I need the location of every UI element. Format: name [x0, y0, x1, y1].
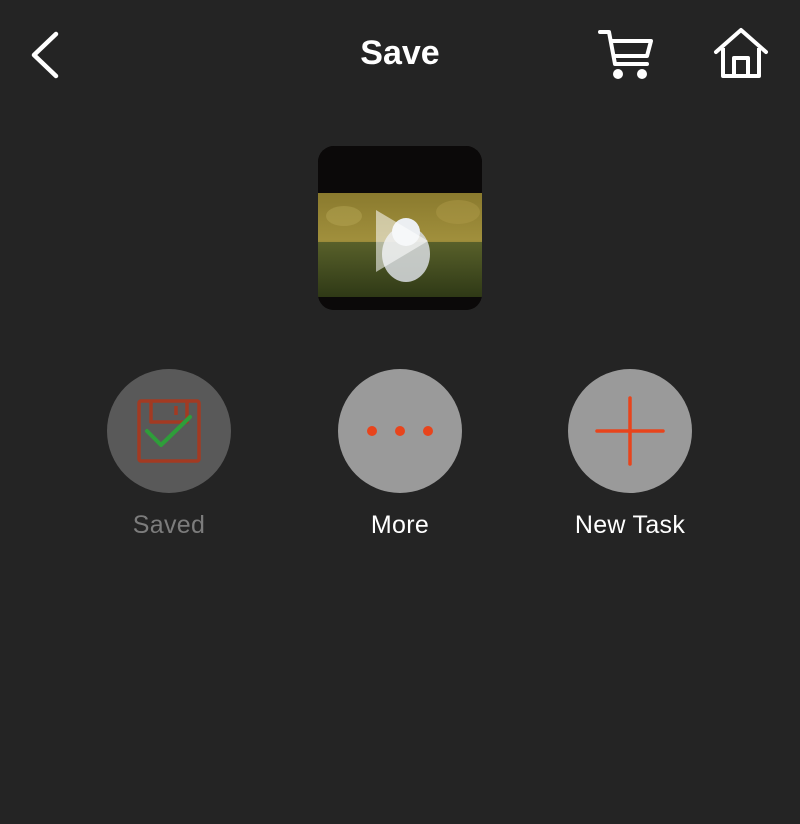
cart-icon: [598, 30, 653, 79]
new-task-button[interactable]: [568, 369, 692, 493]
video-thumbnail[interactable]: [318, 146, 482, 310]
new-task-action[interactable]: New Task: [550, 369, 710, 540]
saved-action[interactable]: Saved: [89, 369, 249, 540]
video-preview-image: [318, 146, 482, 310]
more-label: More: [370, 511, 430, 539]
plus-icon: [595, 396, 665, 466]
top-bar: Save: [0, 0, 800, 110]
more-dots-icon: [367, 426, 433, 436]
more-button[interactable]: [338, 369, 462, 493]
home-button[interactable]: [712, 26, 770, 82]
new-task-label: New Task: [574, 511, 686, 539]
page-title: Save: [360, 34, 440, 72]
saved-button[interactable]: [107, 369, 231, 493]
cart-button[interactable]: [596, 26, 658, 84]
more-action[interactable]: More: [320, 369, 480, 540]
home-icon: [714, 28, 768, 78]
saved-label: Saved: [132, 511, 206, 539]
floppy-check-icon: [137, 399, 201, 463]
